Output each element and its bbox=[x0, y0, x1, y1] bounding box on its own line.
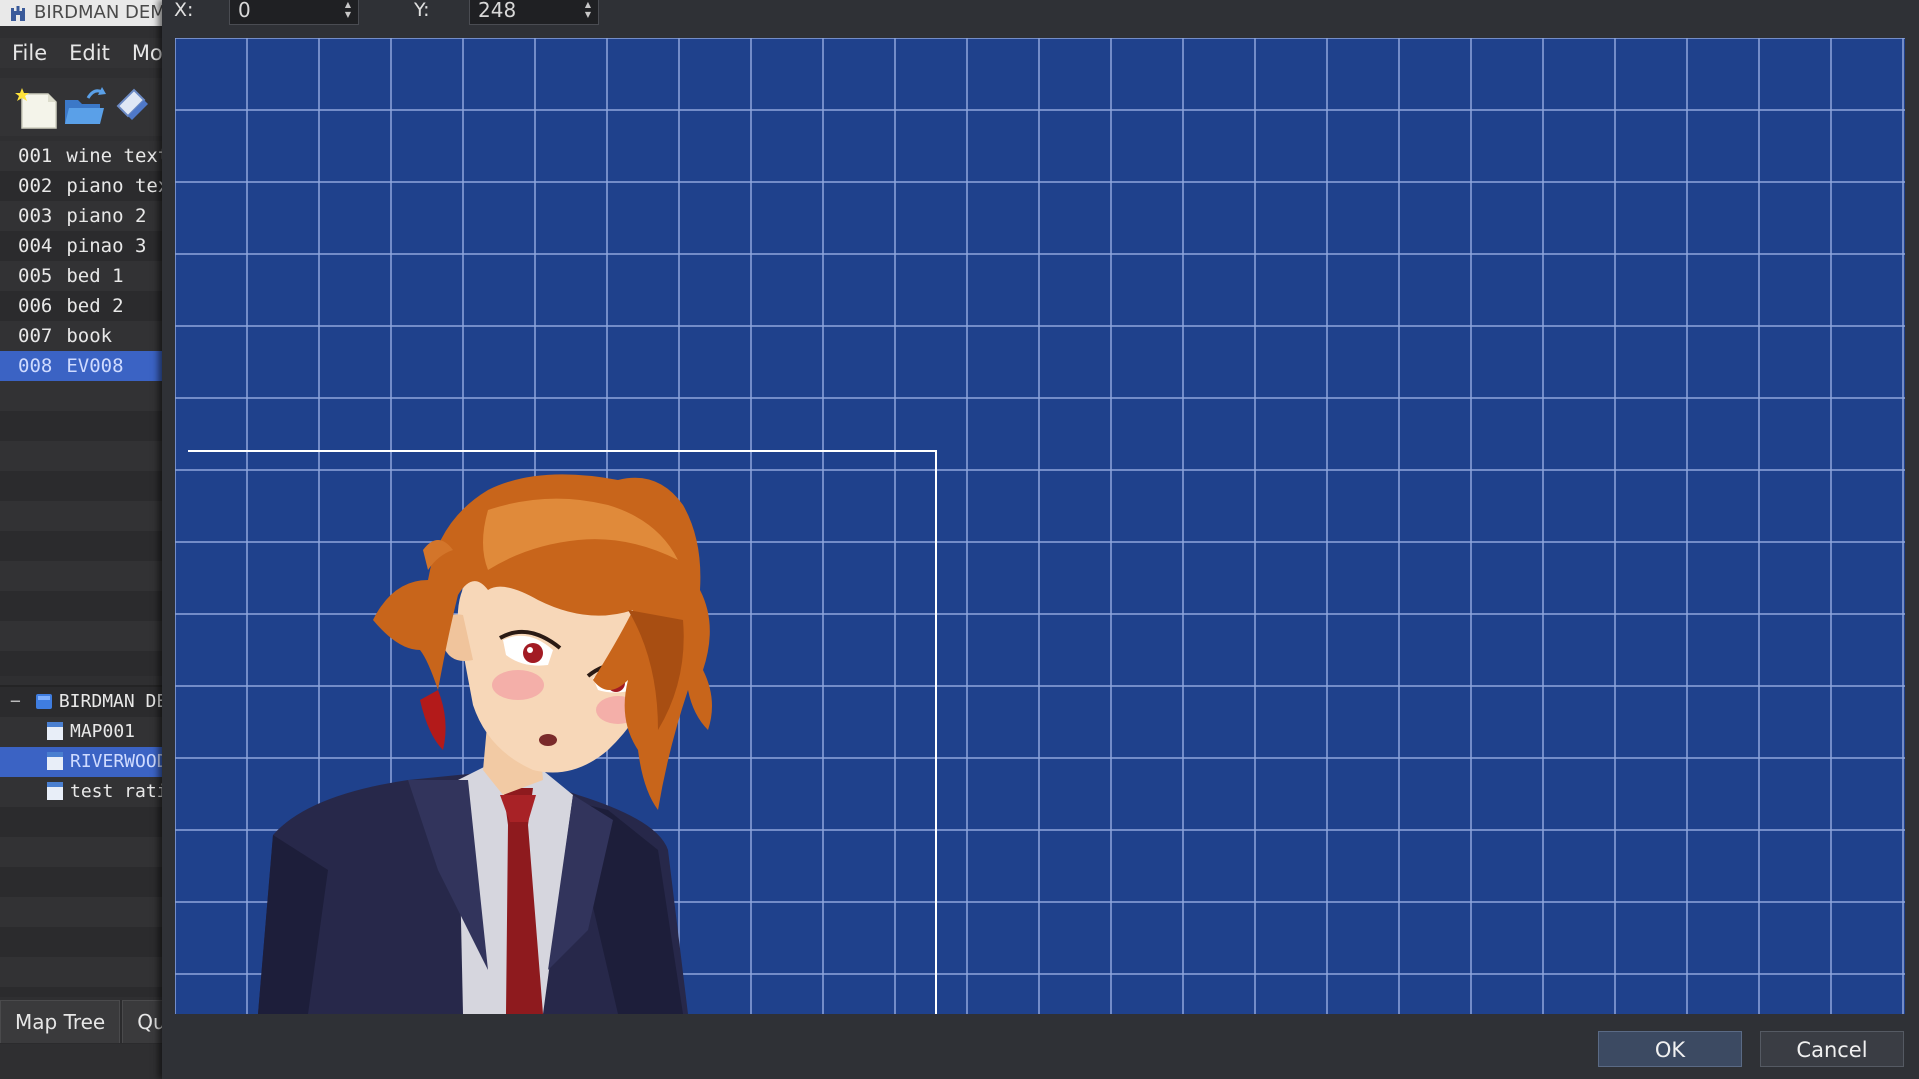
y-label: Y: bbox=[414, 0, 430, 21]
event-row-002[interactable]: 002 piano text bbox=[0, 171, 162, 201]
spin-arrows-icon[interactable]: ▲ ▼ bbox=[342, 0, 354, 22]
menu-bar: FileEditMode bbox=[0, 38, 162, 68]
x-value: 0 bbox=[238, 0, 251, 22]
map-item-map001[interactable]: MAP001 bbox=[0, 717, 162, 747]
project-icon bbox=[35, 694, 52, 709]
editor-title-bar: BIRDMAN DEMO bbox=[0, 0, 162, 26]
position-preview-canvas[interactable] bbox=[175, 38, 1905, 1014]
event-name: wine text bbox=[66, 145, 162, 167]
event-name: piano text bbox=[66, 175, 162, 197]
event-row-004[interactable]: 004 pinao 3 bbox=[0, 231, 162, 261]
x-spinbox[interactable]: 0 ▲ ▼ bbox=[229, 0, 359, 25]
map-item-test-rating[interactable]: test rating bbox=[0, 777, 162, 807]
event-row-008-selected[interactable]: 008 EV008 bbox=[0, 351, 162, 381]
menu-edit[interactable]: Edit bbox=[57, 38, 120, 68]
event-name: piano 2 bbox=[66, 205, 147, 227]
y-value: 248 bbox=[478, 0, 517, 22]
event-list: 001 wine text 002 piano text 003 piano 2 00… bbox=[0, 141, 162, 676]
event-number: 005 bbox=[18, 265, 53, 287]
event-number: 004 bbox=[18, 235, 53, 257]
picture-bounds-frame bbox=[188, 450, 937, 1014]
map-item-riverwood-selected[interactable]: RIVERWOOD bbox=[0, 747, 162, 777]
editor-title: BIRDMAN DEMO bbox=[34, 2, 162, 23]
map-icon bbox=[47, 752, 63, 770]
event-number: 007 bbox=[18, 325, 53, 347]
event-number: 006 bbox=[18, 295, 53, 317]
event-number: 008 bbox=[18, 355, 53, 377]
event-row-006[interactable]: 006 bed 2 bbox=[0, 291, 162, 321]
event-row-001[interactable]: 001 wine text bbox=[0, 141, 162, 171]
app-castle-icon bbox=[11, 6, 25, 21]
event-name: bed 2 bbox=[66, 295, 124, 317]
bottom-tab-bar: Map TreeQuick bbox=[0, 1000, 162, 1044]
map-tree-root[interactable]: − BIRDMAN DEMO bbox=[0, 687, 162, 717]
collapse-minus-icon[interactable]: − bbox=[10, 687, 24, 717]
map-label: test rating bbox=[70, 781, 162, 802]
event-name: EV008 bbox=[66, 355, 124, 377]
x-label: X: bbox=[174, 0, 194, 21]
map-icon bbox=[47, 722, 63, 740]
event-number: 001 bbox=[18, 145, 53, 167]
event-row-005[interactable]: 005 bed 1 bbox=[0, 261, 162, 291]
tab-map-tree[interactable]: Map Tree bbox=[0, 1000, 121, 1043]
map-icon bbox=[47, 782, 63, 800]
new-project-icon[interactable] bbox=[14, 84, 64, 132]
cancel-button[interactable]: Cancel bbox=[1760, 1031, 1904, 1067]
toolbar bbox=[0, 78, 162, 136]
picture-position-dialog: X: 0 ▲ ▼ Y: 248 ▲ ▼ OK Cancel bbox=[162, 0, 1919, 1079]
event-number: 003 bbox=[18, 205, 53, 227]
map-label: MAP001 bbox=[70, 721, 136, 742]
event-number: 002 bbox=[18, 175, 53, 197]
map-label: RIVERWOOD bbox=[70, 751, 162, 772]
map-tree-root-label: BIRDMAN DEMO bbox=[58, 691, 162, 712]
spin-arrows-icon[interactable]: ▲ ▼ bbox=[582, 0, 594, 22]
open-folder-icon[interactable] bbox=[60, 84, 110, 132]
menu-mode[interactable]: Mode bbox=[120, 38, 162, 68]
editor-window: BIRDMAN DEMO FileEditMode 001 wine text 0… bbox=[0, 0, 162, 1079]
y-spinbox[interactable]: 248 ▲ ▼ bbox=[469, 0, 599, 25]
event-row-007[interactable]: 007 book bbox=[0, 321, 162, 351]
menu-file[interactable]: File bbox=[0, 38, 57, 68]
ok-button[interactable]: OK bbox=[1598, 1031, 1742, 1067]
event-row-003[interactable]: 003 piano 2 bbox=[0, 201, 162, 231]
event-name: pinao 3 bbox=[66, 235, 147, 257]
tab-quick[interactable]: Quick bbox=[122, 1000, 162, 1043]
save-disk-icon[interactable] bbox=[108, 84, 158, 132]
event-name: bed 1 bbox=[66, 265, 124, 287]
event-name: book bbox=[66, 325, 113, 347]
map-tree: − BIRDMAN DEMO MAP001 RIVERWOOD test rat… bbox=[0, 685, 162, 997]
